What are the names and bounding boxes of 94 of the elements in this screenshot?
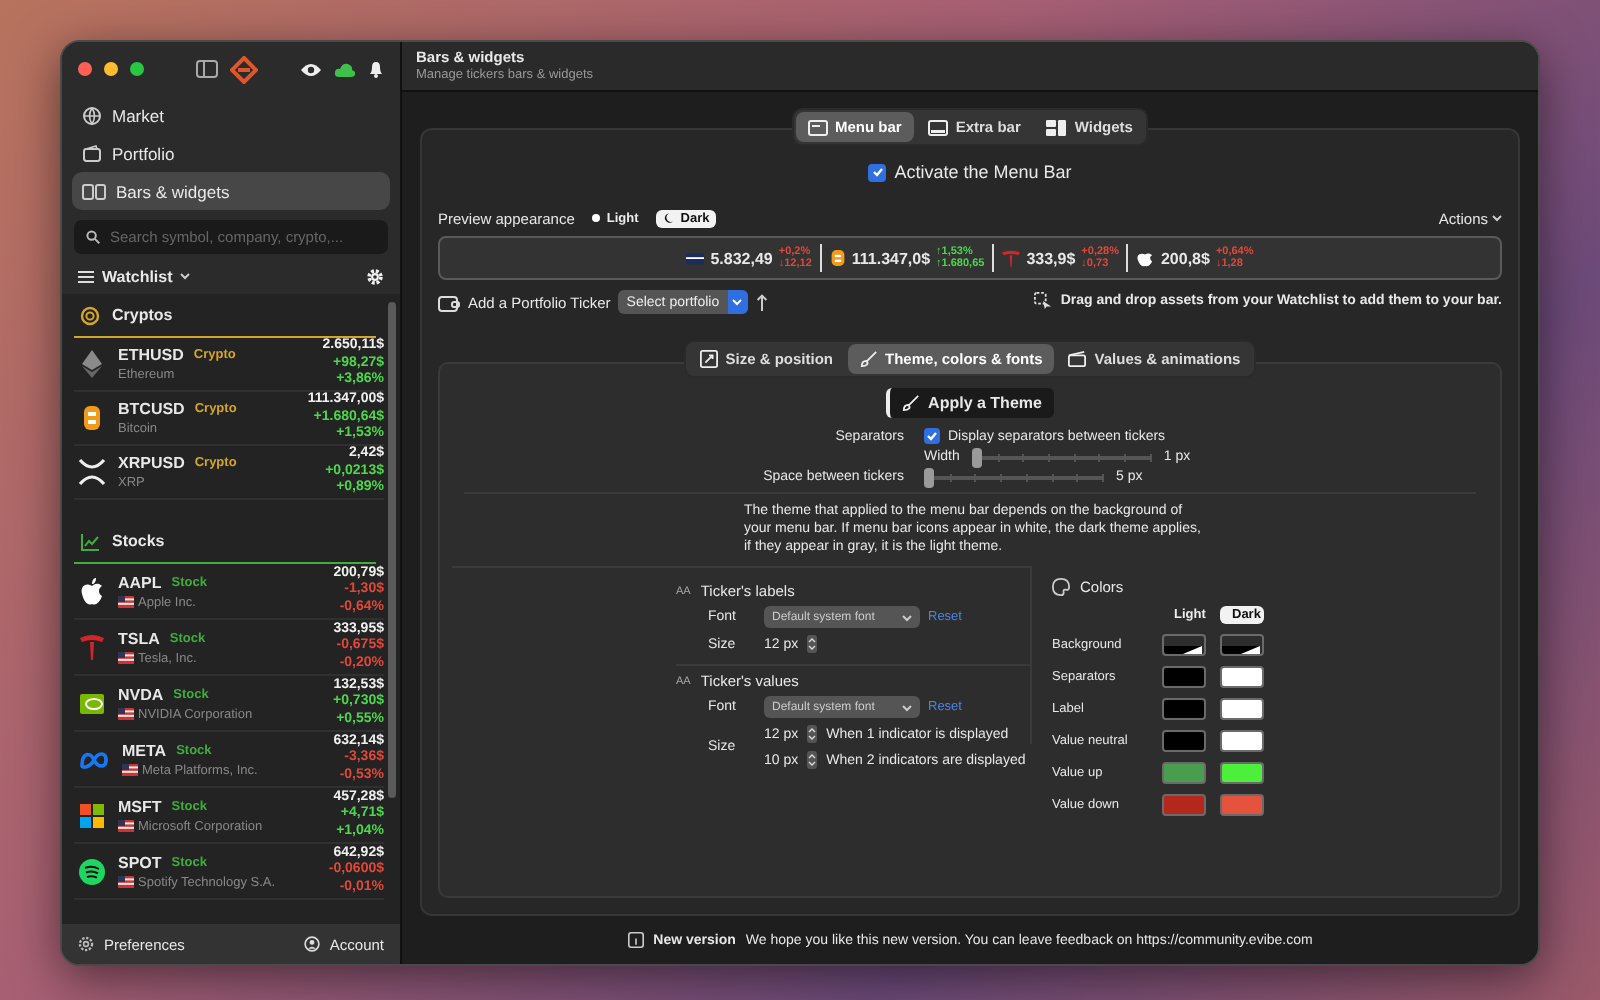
us-flag-icon bbox=[118, 596, 134, 608]
stepper-icon bbox=[806, 750, 819, 770]
color-swatch[interactable] bbox=[1162, 794, 1206, 816]
coin-icon bbox=[78, 402, 106, 434]
zoom-button[interactable] bbox=[130, 62, 144, 76]
color-swatch[interactable] bbox=[1162, 698, 1206, 720]
chevron-down-icon bbox=[902, 703, 912, 711]
stepper-icon bbox=[806, 724, 819, 744]
wallet-icon bbox=[438, 293, 460, 311]
color-swatch[interactable] bbox=[1220, 634, 1264, 656]
chevron-down-icon bbox=[732, 298, 743, 306]
us-flag-icon bbox=[118, 708, 134, 720]
x-mark-icon bbox=[78, 456, 106, 488]
search-icon bbox=[86, 230, 100, 244]
ticker-symbol: META bbox=[122, 741, 167, 759]
us-flag-icon bbox=[118, 876, 134, 888]
minimize-button[interactable] bbox=[104, 62, 118, 76]
slider-thumb[interactable] bbox=[924, 467, 934, 487]
close-button[interactable] bbox=[78, 62, 92, 76]
palette-icon bbox=[1052, 578, 1070, 596]
eye-icon[interactable] bbox=[300, 61, 322, 77]
chevron-down-icon bbox=[902, 613, 912, 621]
ticker-value: 111.347,0$ bbox=[851, 249, 931, 267]
coins-icon bbox=[80, 305, 100, 325]
line-chart-icon bbox=[80, 531, 100, 551]
cloud-icon[interactable] bbox=[334, 61, 356, 77]
ticker-symbol: ETHUSD bbox=[118, 346, 184, 364]
drag-icon bbox=[1034, 291, 1053, 309]
clapperboard-icon bbox=[1068, 350, 1087, 368]
arrow-up-icon[interactable] bbox=[755, 293, 768, 311]
us-flag-icon bbox=[122, 764, 138, 776]
slider-thumb[interactable] bbox=[971, 447, 982, 467]
ticker-symbol: MSFT bbox=[118, 797, 162, 815]
ticker-value: 5.832,49 bbox=[710, 249, 773, 267]
color-swatch[interactable] bbox=[1162, 666, 1206, 688]
checkmark-icon bbox=[926, 430, 938, 442]
color-swatch[interactable] bbox=[1220, 730, 1264, 752]
activate-checkbox[interactable]: Activate the Menu Bar bbox=[868, 162, 1072, 182]
menu-bar-icon bbox=[807, 119, 827, 135]
color-swatch[interactable] bbox=[1220, 666, 1264, 688]
color-swatch[interactable] bbox=[1220, 794, 1264, 816]
chevron-down-icon bbox=[180, 272, 191, 280]
ticker-symbol: SPOT bbox=[118, 853, 162, 871]
user-icon bbox=[303, 936, 320, 952]
extra-bar-icon bbox=[927, 119, 948, 135]
ticker-symbol: XRPUSD bbox=[118, 454, 185, 472]
ticker-value: 333,9$ bbox=[1026, 249, 1076, 267]
coin-icon bbox=[829, 248, 846, 268]
ticker-value: 200,8$ bbox=[1160, 249, 1210, 267]
stepper-icon bbox=[806, 634, 819, 654]
moon-icon bbox=[662, 212, 675, 224]
four-squares-icon bbox=[78, 799, 106, 831]
globe-icon bbox=[82, 105, 102, 125]
info-icon bbox=[627, 932, 644, 948]
list-icon bbox=[78, 269, 94, 283]
ticker-symbol: TSLA bbox=[118, 629, 160, 647]
group-title: Stocks bbox=[112, 532, 165, 550]
chevron-down-icon bbox=[1492, 214, 1502, 222]
apple-icon bbox=[1136, 248, 1155, 268]
sound-waves-icon bbox=[78, 855, 106, 887]
resize-icon bbox=[699, 350, 718, 368]
ticker-symbol: BTCUSD bbox=[118, 400, 185, 418]
shield-logo-icon bbox=[78, 631, 106, 663]
color-swatch[interactable] bbox=[1220, 698, 1264, 720]
shield-logo-icon bbox=[1002, 248, 1021, 268]
checkmark-icon bbox=[871, 166, 884, 178]
paintbrush-icon bbox=[859, 350, 878, 368]
color-swatch[interactable] bbox=[1220, 762, 1264, 784]
apply-theme-button[interactable]: Apply a Theme bbox=[886, 388, 1054, 418]
paintbrush-icon bbox=[902, 394, 921, 412]
color-swatch[interactable] bbox=[1162, 730, 1206, 752]
flag-logo-icon bbox=[686, 249, 705, 267]
bars-widgets-icon bbox=[82, 181, 106, 201]
ticker-symbol: NVDA bbox=[118, 685, 164, 703]
settings-icon[interactable] bbox=[366, 267, 384, 285]
us-flag-icon bbox=[118, 652, 134, 664]
color-swatch[interactable] bbox=[1162, 762, 1206, 784]
sidebar-toggle-icon[interactable] bbox=[196, 60, 218, 78]
gear-icon bbox=[78, 936, 94, 952]
widgets-icon bbox=[1046, 119, 1067, 135]
group-title: Cryptos bbox=[112, 306, 173, 324]
watchlist-title[interactable]: Watchlist bbox=[102, 267, 173, 285]
us-flag-icon bbox=[118, 820, 134, 832]
color-swatch[interactable] bbox=[1162, 634, 1206, 656]
diamond-icon bbox=[78, 348, 106, 380]
apple-icon bbox=[78, 575, 106, 607]
sidebar-item[interactable]: Portfolio bbox=[72, 134, 390, 172]
scrollbar[interactable] bbox=[388, 302, 396, 798]
sidebar-item[interactable]: Market bbox=[72, 96, 390, 134]
ticker-symbol: AAPL bbox=[118, 573, 162, 591]
wallet-icon bbox=[82, 143, 102, 163]
bell-icon[interactable] bbox=[368, 60, 384, 78]
sidebar-item[interactable]: Bars & widgets bbox=[72, 172, 390, 210]
app-logo-icon bbox=[230, 55, 258, 83]
